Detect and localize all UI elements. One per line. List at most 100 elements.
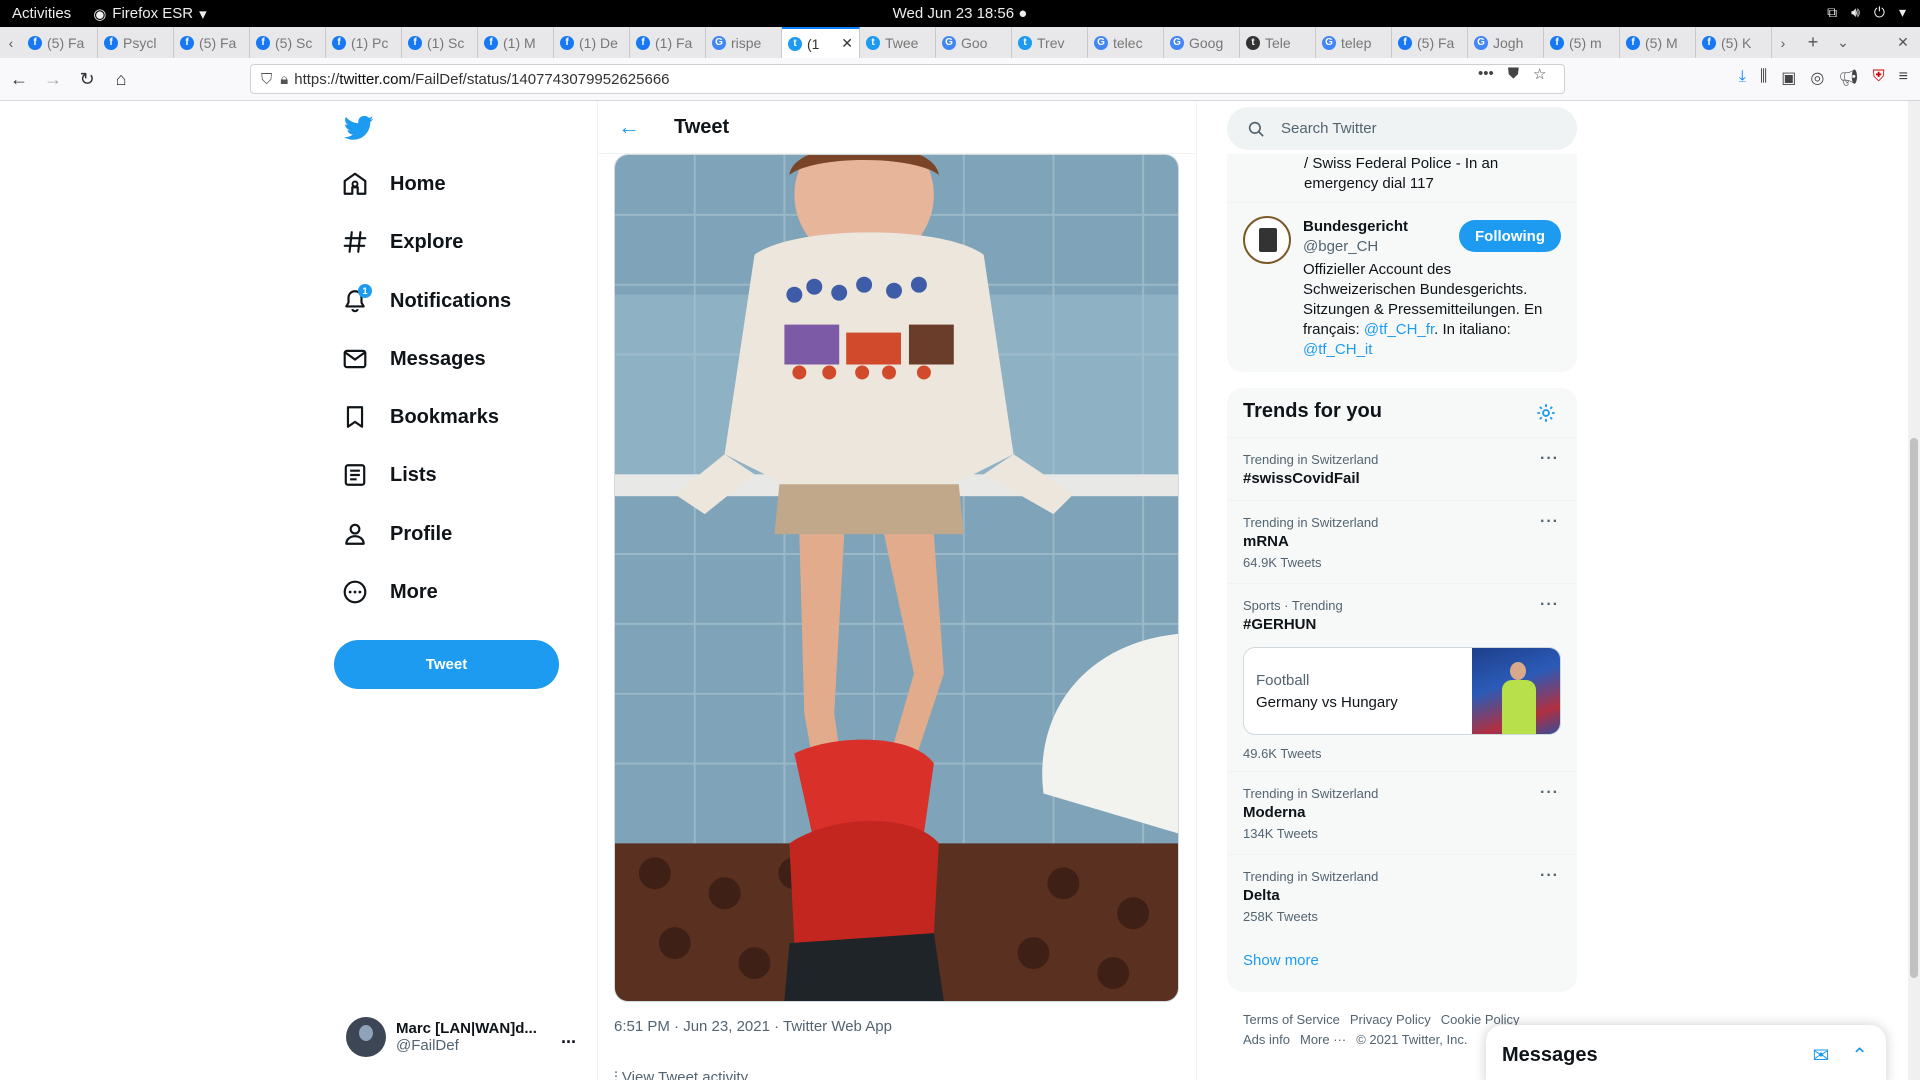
browser-tab[interactable]: G Goo [936, 27, 1012, 58]
bookmark-icon [346, 406, 364, 428]
browser-tab[interactable]: t Trev [1012, 27, 1088, 58]
browser-tab[interactable]: t (1 ✕ [782, 27, 860, 58]
scrollbar-thumb[interactable] [1910, 438, 1918, 978]
back-arrow-icon[interactable]: ← [618, 114, 640, 140]
browser-tab[interactable]: f (5) m [1544, 27, 1620, 58]
page-scrollbar[interactable] [1908, 101, 1920, 1080]
browser-tab[interactable]: f (5) Sc [250, 27, 326, 58]
expand-up-icon[interactable]: ⌃ [1851, 1043, 1868, 1068]
nav-explore[interactable]: Explore [342, 217, 463, 267]
account-switcher[interactable]: Marc [LAN|WAN]d... @FailDef ... [346, 1014, 576, 1060]
tweet-activity-link[interactable]: ⫶ View Tweet activity [614, 1069, 748, 1080]
more-dots-icon[interactable]: ··· [1540, 784, 1559, 802]
browser-tab[interactable]: f (5) Fa [22, 27, 98, 58]
browser-tab[interactable]: t Tele [1240, 27, 1316, 58]
trend-item[interactable]: Trending in Switzerland Moderna 134K Twe… [1227, 771, 1577, 854]
tab-title: (5) Fa [47, 34, 85, 51]
nav-notifications[interactable]: 1 Notifications [342, 276, 511, 326]
more-dots-icon[interactable]: ··· [1540, 450, 1559, 468]
shield-icon[interactable]: ⛉ [261, 71, 272, 88]
library-icon[interactable]: ⫼ [1760, 68, 1767, 88]
browser-tab[interactable]: Gtelec [1088, 27, 1164, 58]
ublock-icon[interactable]: ⛨ [1873, 68, 1885, 88]
account-icon[interactable]: ◎ [1810, 68, 1824, 88]
close-window-icon[interactable]: ✕ [1892, 34, 1914, 51]
more-dots-icon[interactable]: ··· [1540, 596, 1559, 614]
gear-icon[interactable] [1535, 402, 1557, 424]
ads-info-link[interactable]: Ads info [1243, 1032, 1290, 1047]
nav-lists[interactable]: Lists [342, 450, 437, 500]
more-dots-icon[interactable]: ··· [1540, 513, 1559, 531]
follow-name[interactable]: Bundesgericht [1303, 218, 1408, 235]
nav-more[interactable]: More [342, 567, 438, 617]
trend-item[interactable]: Sports · Trending #GERHUN ··· Football G… [1227, 583, 1577, 771]
event-card[interactable]: Football Germany vs Hungary [1243, 647, 1561, 735]
browser-tab[interactable]: Grispe [706, 27, 782, 58]
tweet-button[interactable]: Tweet [334, 640, 559, 689]
tabs-scroll-left-icon[interactable]: ‹ [0, 35, 22, 51]
browser-tab[interactable]: f (1) De [554, 27, 630, 58]
avatar[interactable] [1243, 216, 1291, 264]
chevron-down-icon: ▾ [1898, 4, 1906, 20]
nav-messages[interactable]: Messages [342, 334, 486, 384]
privacy-link[interactable]: Privacy Policy [1350, 1012, 1431, 1027]
messages-drawer-title: Messages [1502, 1043, 1598, 1066]
downloads-icon[interactable]: ⤓ [1739, 68, 1746, 88]
app-menu[interactable]: ◉ Firefox ESR ▾ [93, 5, 206, 23]
new-tab-icon[interactable]: + [1802, 32, 1824, 53]
tab-title: rispe [731, 34, 762, 51]
trend-item[interactable]: Trending in Switzerland mRNA 64.9K Tweet… [1227, 500, 1577, 583]
nav-home[interactable]: Home [342, 159, 446, 209]
terms-link[interactable]: Terms of Service [1243, 1012, 1340, 1027]
browser-tab[interactable]: f (5) Fa [174, 27, 250, 58]
new-message-icon[interactable]: ✉ [1812, 1043, 1829, 1068]
reload-icon[interactable]: ↻ [72, 64, 102, 94]
browser-tab[interactable]: f (5) Fa [1392, 27, 1468, 58]
activities-button[interactable]: Activities [12, 5, 71, 22]
extension-icon[interactable]: 📢︎ [1838, 68, 1858, 88]
browser-tab[interactable]: G Jogh [1468, 27, 1544, 58]
more-dots-icon[interactable]: ··· [1540, 867, 1559, 885]
show-more-link[interactable]: Show more [1243, 952, 1319, 969]
browser-tab[interactable]: f (5) M [1620, 27, 1696, 58]
nav-profile[interactable]: Profile [342, 509, 452, 559]
browser-tab[interactable]: f (5) K [1696, 27, 1772, 58]
browser-tab[interactable]: f (1) Fa [630, 27, 706, 58]
mention-link[interactable]: @tf_CH_it [1303, 341, 1372, 358]
footer-more-link[interactable]: More ··· [1300, 1032, 1346, 1047]
follow-handle[interactable]: @bger_CH [1303, 238, 1378, 255]
browser-tab[interactable]: f (1) M [478, 27, 554, 58]
browser-tab[interactable]: t Twee [860, 27, 936, 58]
tweet-photo[interactable] [614, 154, 1179, 1002]
trend-item[interactable]: Trending in Switzerland #swissCovidFail … [1227, 437, 1577, 500]
back-icon[interactable]: ← [4, 64, 34, 94]
home-icon[interactable]: ⌂ [106, 64, 136, 94]
nav-bookmarks[interactable]: Bookmarks [342, 392, 499, 442]
browser-tab[interactable]: f Psycl [98, 27, 174, 58]
system-tray[interactable]: ⧉ 🔊︎ ⏻ ▾ [1827, 4, 1906, 21]
browser-tab[interactable]: f (1) Pc [326, 27, 402, 58]
search-input[interactable]: Search Twitter [1227, 107, 1577, 150]
following-button[interactable]: Following [1459, 220, 1561, 252]
trend-item[interactable]: Trending in Switzerland Delta 258K Tweet… [1227, 854, 1577, 937]
lock-icon[interactable]: 🔒︎ [280, 71, 288, 88]
url-text[interactable]: https://twitter.com/FailDef/status/14077… [294, 71, 669, 88]
twitter-logo-icon[interactable] [342, 113, 376, 143]
tabs-scroll-right-icon[interactable]: › [1772, 35, 1794, 51]
nav-explore-label: Explore [390, 230, 464, 253]
forward-icon[interactable]: → [38, 64, 68, 94]
close-tab-icon[interactable]: ✕ [841, 35, 853, 52]
tab-list-icon[interactable]: ⌄ [1832, 34, 1854, 51]
browser-tab[interactable]: f (1) Sc [402, 27, 478, 58]
clock[interactable]: Wed Jun 23 18:56 [893, 5, 1014, 22]
trends-title: Trends for you [1243, 400, 1382, 422]
browser-tab[interactable]: Gtelep [1316, 27, 1392, 58]
menu-icon[interactable]: ≡ [1899, 68, 1908, 88]
messages-drawer[interactable]: Messages ✉ ⌃ [1486, 1025, 1886, 1080]
mention-link[interactable]: @tf_CH_fr [1364, 321, 1434, 338]
more-dots-icon[interactable]: ... [561, 1027, 576, 1048]
tweet-header-title: Tweet [674, 115, 730, 138]
sidebar-icon[interactable]: ▣ [1781, 68, 1796, 88]
url-bar[interactable]: ⛉ 🔒︎ https://twitter.com/FailDef/status/… [250, 64, 1565, 94]
browser-tab[interactable]: G Goog [1164, 27, 1240, 58]
